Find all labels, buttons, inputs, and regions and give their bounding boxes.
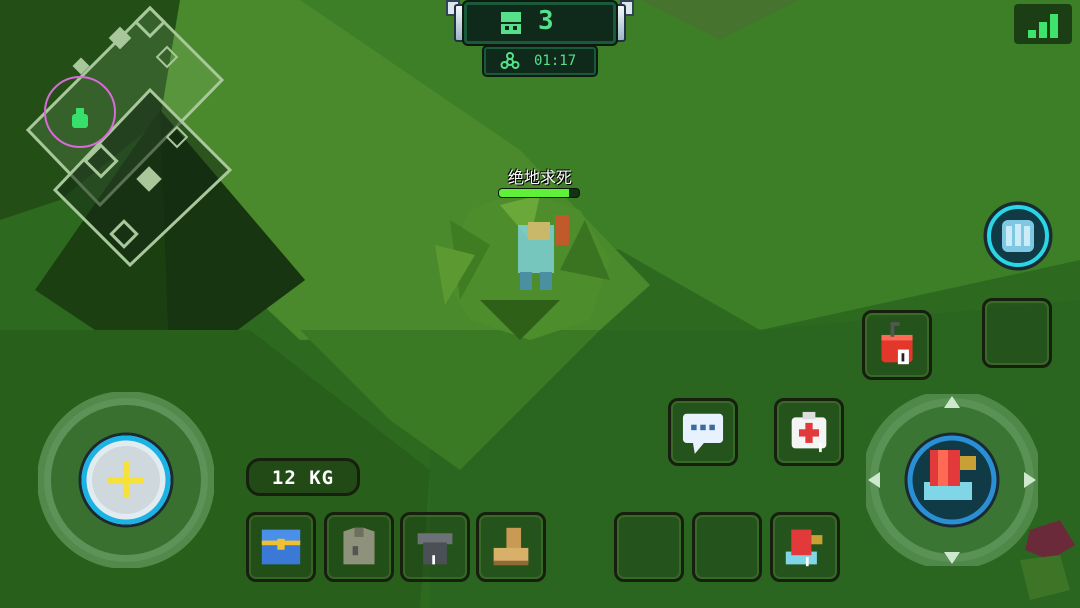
boot-icon	[493, 527, 529, 566]
carry-weight: 12 KG	[246, 458, 360, 496]
player-face-icon	[501, 12, 521, 34]
match-timer: 01:17	[484, 47, 596, 75]
chat-bubble-icon	[682, 413, 724, 454]
joystick-base	[37, 391, 215, 569]
biohazard-icon	[500, 52, 520, 69]
helmet-icon	[417, 533, 453, 565]
medkit-icon	[791, 411, 827, 453]
move-joystick[interactable]	[37, 391, 215, 569]
weapon-slot-2[interactable]	[692, 512, 762, 582]
dynamite-icon	[881, 322, 913, 365]
alive-counter: 3	[440, 0, 640, 48]
footprint-icon	[983, 201, 1053, 271]
medkit-button[interactable]	[774, 398, 844, 466]
backpack-slot-4[interactable]	[476, 512, 546, 582]
weapon-slot-3[interactable]	[770, 512, 840, 582]
backpack-slot-1[interactable]	[246, 512, 316, 582]
signal-strength-icon	[1014, 4, 1072, 44]
backpack-slot-2[interactable]	[324, 512, 394, 582]
empty-item-slot[interactable]	[982, 298, 1052, 368]
alive-count: 3	[538, 6, 554, 36]
fire-control[interactable]	[862, 390, 1042, 570]
chat-button[interactable]	[668, 398, 738, 466]
backpack-slot-3[interactable]	[400, 512, 470, 582]
weapon-slot-1[interactable]	[614, 512, 684, 582]
player-health-bar	[498, 188, 580, 198]
vest-icon	[343, 527, 375, 565]
blaster-gun-icon	[785, 529, 823, 567]
player-health-fill	[499, 189, 570, 197]
sprint-button[interactable]	[982, 200, 1054, 272]
fire-control-ring	[862, 390, 1042, 570]
carry-weight-text: 12 KG	[271, 467, 335, 489]
player-name-label: 绝地求死	[507, 168, 572, 187]
treasure-chest-icon	[261, 529, 301, 565]
timer-text: 01:17	[534, 53, 577, 69]
dynamite-button[interactable]	[862, 310, 932, 380]
